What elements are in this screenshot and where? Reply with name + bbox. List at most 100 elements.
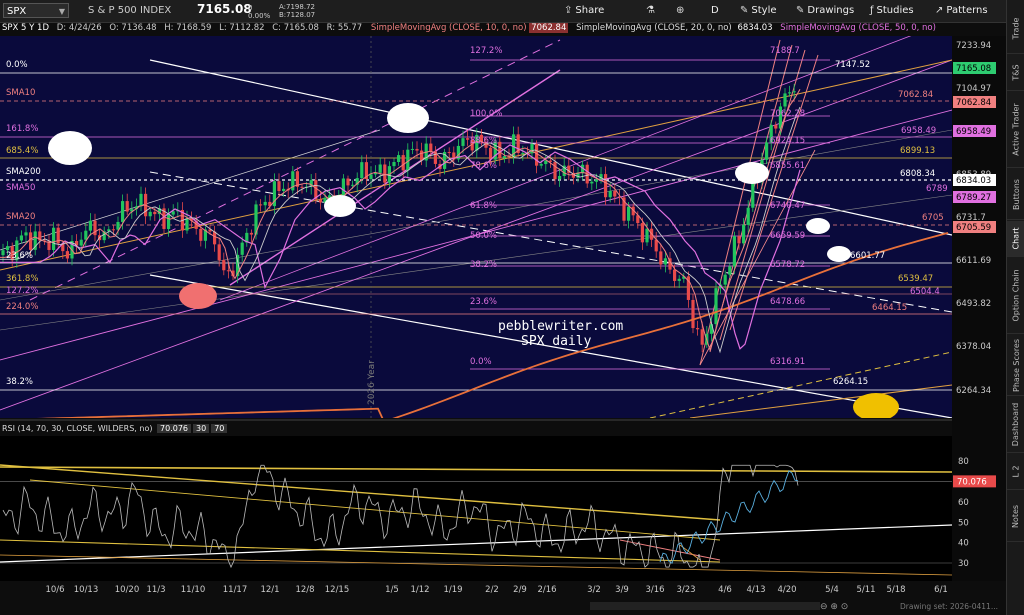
side-tab-dashboard[interactable]: Dashboard: [1007, 397, 1024, 453]
side-tab-label: L 2: [1011, 465, 1021, 478]
level-value-label: 6504.4: [910, 287, 940, 297]
candle-body: [673, 269, 677, 281]
candle-body: [765, 142, 769, 160]
candle-body: [613, 191, 617, 197]
x-tick-label: 3/16: [645, 585, 664, 595]
annotation-oval[interactable]: [827, 246, 851, 262]
x-tick-label: 2/2: [485, 585, 499, 595]
drawing-set-label: Drawing set: 2026-0411...: [900, 602, 998, 611]
price-flag-label: 7165.08: [956, 64, 991, 74]
y-tick-label: 6378.04: [956, 342, 991, 352]
candle-body: [714, 288, 718, 325]
side-tab-label: Phase Scores: [1011, 338, 1021, 392]
annotation-oval[interactable]: [387, 103, 429, 133]
watermark-line-1: pebblewriter.com: [498, 319, 623, 334]
candle-body: [378, 164, 382, 173]
x-tick-label: 2/16: [537, 585, 556, 595]
candle-body: [240, 242, 244, 255]
x-tick-label: 3/2: [587, 585, 601, 595]
candle-body: [282, 188, 286, 191]
annotation-oval[interactable]: [324, 195, 356, 217]
candle-body: [410, 148, 414, 150]
x-tick-label: 12/15: [325, 585, 350, 595]
price-flag-label: 6834.03: [956, 176, 991, 186]
side-tab-t-s[interactable]: T&S: [1007, 55, 1024, 91]
candle-body: [640, 223, 644, 243]
fib-value-label: 6478.66: [770, 297, 805, 307]
x-tick-label: 10/20: [115, 585, 140, 595]
candle-body: [383, 164, 387, 183]
side-tab-label: Dashboard: [1011, 402, 1021, 447]
x-tick-label: 3/23: [676, 585, 695, 595]
candle-body: [259, 204, 263, 206]
candle-body: [604, 174, 608, 198]
level-value-label: 6539.47: [898, 274, 933, 284]
side-tab-chart[interactable]: Chart: [1007, 221, 1024, 257]
side-tab-label: Chart: [1011, 227, 1021, 250]
candle-body: [360, 162, 364, 179]
candle-body: [788, 92, 792, 94]
candle-body: [663, 258, 667, 265]
x-tick-label: 5/4: [825, 585, 839, 595]
fib-value-label: 6578.72: [770, 260, 805, 270]
candle-body: [659, 251, 663, 265]
x-tick-label: 6/1: [934, 585, 948, 595]
candle-body: [553, 161, 557, 180]
x-tick-label: 12/8: [295, 585, 314, 595]
rsi-study-label: RSI (14, 70, 30, CLOSE, WILDERS, no): [2, 424, 153, 433]
fib-value-label: 6659.59: [770, 231, 805, 241]
fib-pct-label: 38.2%: [470, 260, 497, 270]
candle-body: [594, 179, 598, 182]
level-value-label: 6705: [922, 213, 944, 223]
candle-body: [539, 164, 543, 166]
candle-body: [341, 178, 345, 196]
level-value-label: 6899.13: [900, 146, 935, 156]
annotation-oval[interactable]: [48, 131, 92, 165]
annotation-oval[interactable]: [853, 393, 899, 421]
side-tab-option-chain[interactable]: Option Chain: [1007, 258, 1024, 334]
side-tab-l-2[interactable]: L 2: [1007, 454, 1024, 490]
rsi-ob-box: 30: [193, 424, 210, 433]
x-tick-label: 4/6: [718, 585, 732, 595]
candle-body: [6, 246, 10, 251]
x-tick-label: 10/13: [74, 585, 99, 595]
annotation-oval[interactable]: [806, 218, 830, 234]
zoom-controls[interactable]: ⊖ ⊕ ⊙: [820, 602, 848, 612]
side-tab-trade[interactable]: Trade: [1007, 3, 1024, 54]
candle-body: [521, 152, 525, 154]
side-tab-notes[interactable]: Notes: [1007, 491, 1024, 542]
fib-pct-label: 78.6%: [470, 161, 497, 171]
side-tab-label: T&S: [1011, 64, 1021, 81]
scrollbar[interactable]: [590, 602, 820, 610]
candle-body: [277, 181, 281, 191]
x-tick-label: 1/12: [410, 585, 429, 595]
candle-body: [346, 178, 350, 186]
side-tab-buttons[interactable]: Buttons: [1007, 169, 1024, 220]
side-tab-active-trader[interactable]: Active Trader: [1007, 92, 1024, 168]
candle-body: [498, 141, 502, 159]
candle-body: [171, 211, 175, 215]
candle-body: [121, 201, 125, 222]
candle-body: [300, 186, 304, 188]
candle-body: [217, 244, 221, 261]
left-level-label: 0.0%: [6, 60, 28, 70]
candle-body: [723, 274, 727, 285]
level-value-label: 7062.84: [898, 90, 933, 100]
price-flag-label: 6789.27: [956, 193, 991, 203]
side-tab-bar: Trade T&S Active Trader Buttons Chart Option …: [1006, 0, 1024, 615]
candle-body: [691, 299, 695, 329]
annotation-oval[interactable]: [179, 283, 217, 309]
x-tick-label: 11/3: [146, 585, 165, 595]
annotation-oval[interactable]: [735, 162, 769, 184]
fib-value-label: 7062.28: [770, 109, 805, 119]
candle-body: [489, 147, 493, 160]
candle-body: [783, 93, 787, 107]
x-tick-label: 1/19: [443, 585, 462, 595]
candle-body: [153, 211, 157, 215]
rsi-y-tick-label: 80: [958, 457, 969, 467]
rsi-value-box: 70.076: [157, 424, 192, 433]
rsi-y-tick-label: 50: [958, 518, 969, 528]
candle-body: [774, 124, 778, 129]
chart-canvas[interactable]: 2026 Year pebblewriter.comSPX daily 0.0% S…: [0, 0, 1006, 615]
side-tab-phase-scores[interactable]: Phase Scores: [1007, 335, 1024, 396]
